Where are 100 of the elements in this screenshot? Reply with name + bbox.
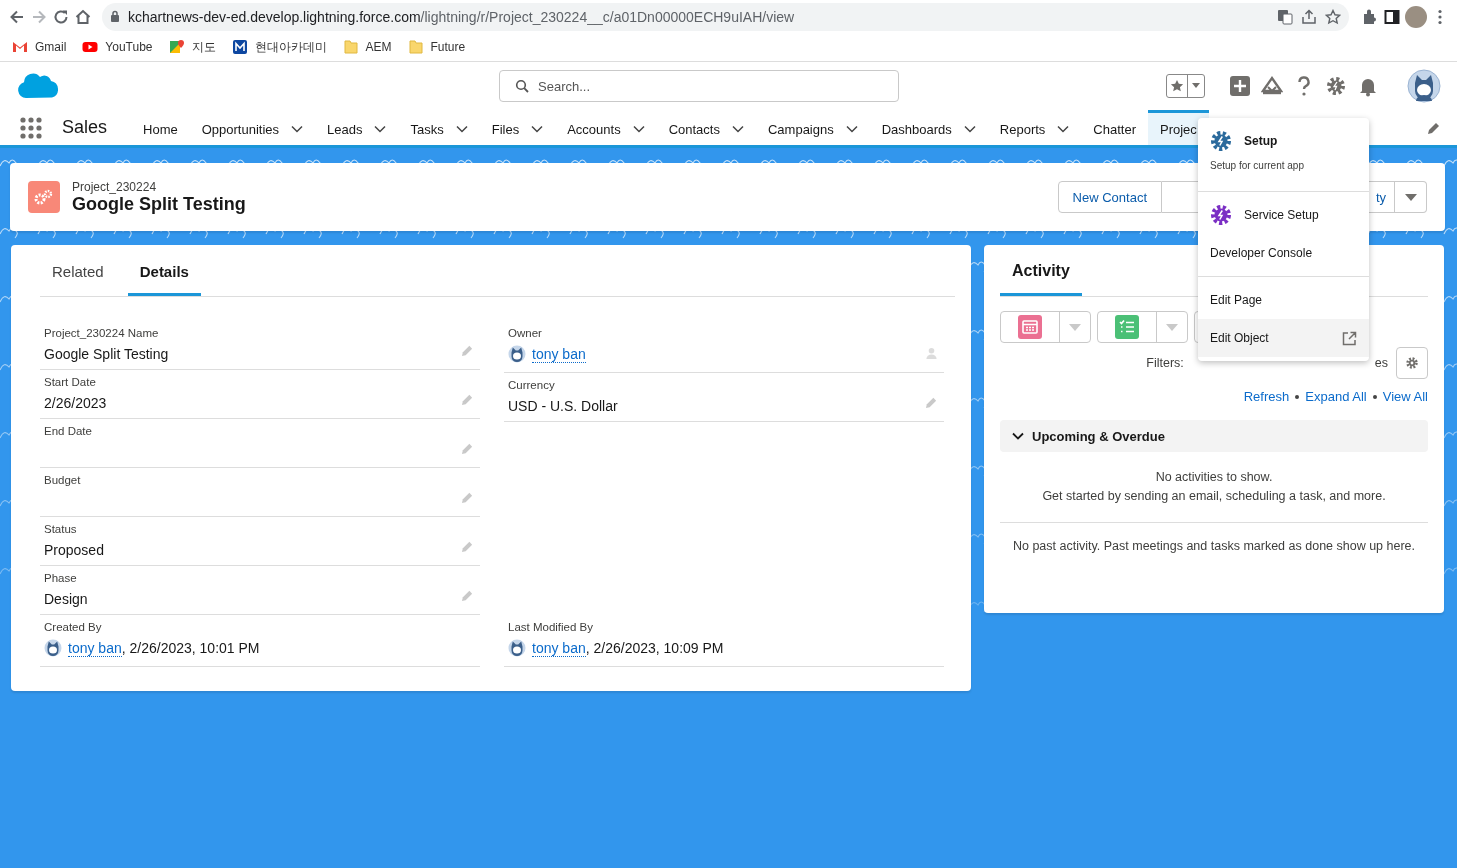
field-label: Status — [44, 523, 78, 535]
section-header[interactable]: Upcoming & Overdue — [1000, 420, 1428, 452]
lock-icon — [110, 10, 120, 23]
chevron-down-icon[interactable] — [455, 125, 468, 133]
activity-link[interactable]: View All — [1382, 389, 1428, 404]
chevron-down-icon[interactable] — [291, 125, 304, 133]
star-icon — [1170, 79, 1184, 93]
reload-icon[interactable] — [52, 7, 70, 26]
activity-tab[interactable]: Activity — [1000, 245, 1082, 296]
field-value: Design — [44, 591, 88, 607]
field-label: Owner — [508, 327, 543, 339]
field-label: Last Modified By — [508, 621, 594, 633]
search-field[interactable]: Search... — [499, 70, 899, 102]
nav-tab[interactable]: Campaigns — [755, 110, 870, 145]
chevron-down-icon[interactable] — [731, 125, 744, 133]
menu-item[interactable]: Developer Console — [1198, 234, 1369, 272]
chevron-down-icon[interactable] — [374, 125, 387, 133]
app-name: Sales — [62, 116, 108, 139]
bookmark-link[interactable]: 지도 — [191, 38, 216, 56]
bookmark-link[interactable]: YouTube — [105, 40, 153, 54]
field-label: Created By — [44, 621, 103, 633]
activity-link[interactable]: Refresh — [1243, 389, 1290, 404]
chevron-down-icon[interactable] — [845, 125, 858, 133]
field-value: , 2/26/2023, 10:01 PM — [121, 640, 260, 656]
field-value: USD - U.S. Dollar — [508, 398, 618, 414]
app-launcher-icon[interactable] — [20, 116, 42, 139]
field-label: Start Date — [44, 376, 97, 388]
url-host: kchartnews-dev-ed.develop.lightning.force.com — [128, 8, 421, 25]
nav-tab[interactable]: Tasks — [398, 110, 480, 145]
record-title: Google Split Testing — [72, 193, 246, 215]
user-link[interactable]: tony ban — [532, 639, 586, 657]
nav-tab[interactable]: Files — [479, 110, 556, 145]
user-avatar — [508, 345, 526, 363]
bullet-icon — [1372, 394, 1377, 399]
chevron-down-icon[interactable] — [531, 125, 544, 133]
home-icon[interactable] — [74, 7, 92, 26]
nav-tab[interactable]: Contacts — [656, 110, 756, 145]
gears-icon — [33, 188, 55, 206]
field-value: 2/26/2023 — [44, 395, 107, 411]
favorites-button[interactable] — [1166, 74, 1205, 98]
object-label: Project_230224 — [72, 179, 158, 194]
side-panel-icon[interactable] — [1383, 7, 1401, 26]
pencil-icon[interactable] — [1427, 120, 1441, 135]
translate-icon[interactable] — [1277, 8, 1293, 25]
url-path: /lightning/r/Project_230224__c/a01Dn00000ECH9uIAH/view — [420, 8, 795, 25]
extensions-icon[interactable] — [1361, 7, 1379, 26]
gmail-icon[interactable] — [12, 39, 28, 55]
user-avatar[interactable] — [1407, 69, 1441, 103]
user-avatar — [44, 639, 62, 657]
chevron-down-icon[interactable] — [963, 125, 976, 133]
menu-item[interactable]: Edit Page — [1198, 281, 1369, 319]
address-bar[interactable]: kchartnews-dev-ed.develop.lightning.force.com/lightning/r/Project_230224__c/a01Dn00000ECH9uIAH/view — [102, 2, 1349, 31]
settings-icon — [1405, 356, 1419, 370]
filter-settings-button[interactable] — [1396, 347, 1428, 379]
caret-icon — [1404, 193, 1417, 201]
external-link-icon — [1342, 330, 1357, 346]
nav-tab[interactable]: Leads — [315, 110, 399, 145]
empty-message: No activities to show. — [1154, 469, 1274, 486]
record-tab[interactable]: Details — [127, 245, 201, 296]
past-activity-message: No past activity. Past meetings and tasks marked as done show up here. — [1011, 538, 1417, 553]
caret-icon — [1166, 323, 1178, 331]
bookmark-link[interactable]: Future — [430, 40, 466, 54]
cloud-logo[interactable] — [16, 71, 58, 101]
nav-tab[interactable]: Dashboards — [869, 110, 988, 145]
filters-label: Filters: — [1146, 356, 1184, 370]
letter-tile-icon[interactable] — [231, 39, 248, 55]
star-icon[interactable] — [1325, 8, 1341, 25]
field-label: Budget — [44, 474, 82, 486]
chevron-down-icon[interactable] — [1057, 125, 1070, 133]
empty-message: Get started by sending an email, scheduling a task, and more. — [1041, 488, 1387, 505]
field-value: , 2/26/2023, 10:09 PM — [585, 640, 724, 656]
chevron-down-icon[interactable] — [632, 125, 645, 133]
video-play-icon[interactable] — [82, 39, 99, 55]
user-link[interactable]: tony ban — [532, 345, 586, 363]
nav-tab[interactable]: Home — [131, 110, 190, 145]
more-actions-button[interactable] — [1395, 181, 1427, 213]
nav-tab[interactable]: Accounts — [555, 110, 657, 145]
action-button[interactable] — [1000, 311, 1091, 343]
bookmark-link[interactable]: 현대아카데미 — [254, 38, 327, 56]
record-tab[interactable]: Related — [40, 245, 116, 296]
nav-tab[interactable]: Opportunities — [189, 110, 316, 145]
map-pin-icon[interactable] — [168, 39, 185, 55]
settings-icon[interactable] — [1325, 75, 1347, 97]
user-avatar — [508, 639, 526, 657]
nav-tab[interactable]: Reports — [987, 110, 1082, 145]
menu-item[interactable]: Edit Object — [1198, 319, 1369, 357]
bookmark-link[interactable]: Gmail — [35, 40, 67, 54]
chevron-down-icon — [1012, 430, 1024, 442]
action-button[interactable]: New Contact — [1057, 181, 1162, 213]
user-link[interactable]: tony ban — [68, 639, 122, 657]
share-icon[interactable] — [1301, 8, 1317, 25]
bookmark-link[interactable]: AEM — [365, 40, 392, 54]
nav-tab[interactable]: Chatter — [1081, 110, 1148, 145]
mountain-icon[interactable] — [1261, 75, 1283, 97]
add-icon[interactable] — [1229, 75, 1251, 97]
activity-link[interactable]: Expand All — [1305, 389, 1367, 404]
field-label: Project_230224 Name — [44, 327, 160, 339]
menu-item[interactable]: Service Setup — [1198, 196, 1369, 234]
menu-item-description: Setup for current app — [1210, 160, 1305, 171]
field-value: Proposed — [44, 542, 104, 558]
